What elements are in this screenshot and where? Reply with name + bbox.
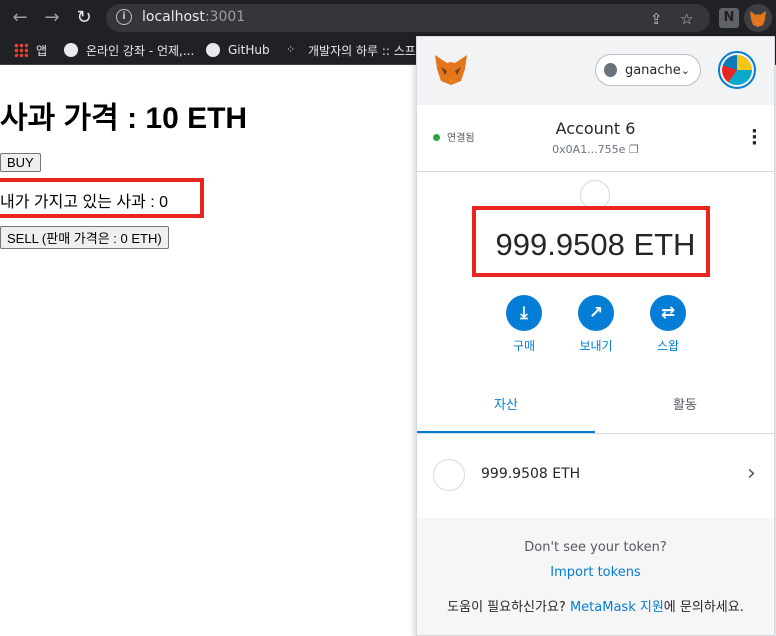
metamask-extension-icon[interactable] (744, 4, 772, 32)
share-icon[interactable]: ⇪ (650, 10, 663, 28)
account-address[interactable]: 0x0A1...755e ❐ (417, 143, 774, 156)
bookmark-dev-blog[interactable]: ⁘ 개발자의 하루 :: 스프... (286, 41, 427, 59)
apple-price-heading: 사과 가격 : 10 ETH (0, 102, 248, 135)
swap-icon: ⇄ (650, 295, 686, 331)
metamask-popup: ganache ⌄ 연결됨 Account 6 0x0A1...755e ❐ ·… (416, 36, 775, 636)
asset-list-item[interactable]: 999.9508 ETH › (417, 434, 774, 519)
send-action[interactable]: ↗ 보내기 (566, 295, 626, 354)
asset-activity-tabs: 자산 활동 (417, 379, 774, 434)
kebab-menu-icon[interactable]: · · · (751, 123, 758, 153)
extension-n-icon[interactable]: N (719, 8, 739, 28)
bookmark-github[interactable]: GitHub (206, 41, 270, 59)
site-favicon-icon (64, 43, 78, 57)
metamask-fox-icon[interactable] (433, 53, 469, 87)
metamask-header: ganache ⌄ (417, 37, 774, 105)
buy-action-label: 구매 (512, 339, 536, 353)
network-icon (604, 63, 617, 77)
tab-assets[interactable]: 자산 (417, 379, 595, 433)
import-tokens-link[interactable]: Import tokens (417, 565, 774, 580)
network-name: ganache (624, 62, 681, 78)
metamask-support-link[interactable]: MetaMask 지원 (570, 600, 664, 615)
swap-action-label: 스왑 (656, 339, 680, 353)
network-selector[interactable]: ganache ⌄ (595, 54, 701, 86)
copy-icon: ❐ (628, 143, 639, 156)
highlight-box-balance (472, 206, 710, 277)
apps-grid-icon (14, 43, 28, 57)
site-info-icon[interactable]: i (116, 9, 132, 25)
bookmark-star-icon[interactable]: ☆ (680, 10, 693, 28)
chevron-down-icon: ⌄ (680, 63, 690, 77)
dots-favicon-icon: ⁘ (286, 43, 296, 56)
eth-asset-logo (433, 459, 465, 491)
bookmark-apps[interactable]: 앱 (14, 41, 47, 59)
forward-arrow-icon[interactable]: → (40, 6, 64, 30)
send-arrow-icon: ↗ (578, 295, 614, 331)
buy-button[interactable]: BUY (0, 153, 41, 172)
token-help-section: Don't see your token? Import tokens 도움이 … (417, 518, 774, 635)
account-name: Account 6 (555, 119, 636, 138)
wallet-actions: ⤓ 구매 ↗ 보내기 ⇄ 스왑 (417, 295, 774, 359)
avatar-identicon (722, 55, 752, 85)
support-text: 도움이 필요하신가요? MetaMask 지원에 문의하세요. (447, 600, 744, 615)
download-icon: ⤓ (506, 295, 542, 331)
dont-see-token-text: Don't see your token? (524, 540, 667, 555)
browser-toolbar: ← → ↻ i localhost:3001 ⇪ ☆ N (0, 0, 776, 36)
sell-button[interactable]: SELL (판매 가격은 : 0 ETH) (0, 226, 169, 249)
reload-icon[interactable]: ↻ (72, 6, 96, 30)
github-icon (206, 43, 220, 57)
back-arrow-icon[interactable]: ← (8, 6, 32, 30)
url-text[interactable]: localhost:3001 (142, 9, 245, 25)
asset-balance: 999.9508 ETH (481, 466, 581, 482)
swap-action[interactable]: ⇄ 스왑 (638, 295, 698, 354)
send-action-label: 보내기 (579, 339, 613, 353)
account-bar: 연결됨 Account 6 0x0A1...755e ❐ · · · (417, 105, 774, 172)
buy-action[interactable]: ⤓ 구매 (494, 295, 554, 354)
chevron-right-icon: › (747, 461, 756, 486)
bookmark-online-course[interactable]: 온라인 강좌 - 언제,... (64, 41, 194, 59)
address-bar[interactable]: i localhost:3001 ⇪ ☆ (106, 4, 710, 32)
tab-activity[interactable]: 활동 (596, 379, 774, 433)
highlight-box-owned (0, 178, 204, 218)
account-avatar[interactable] (718, 51, 756, 89)
